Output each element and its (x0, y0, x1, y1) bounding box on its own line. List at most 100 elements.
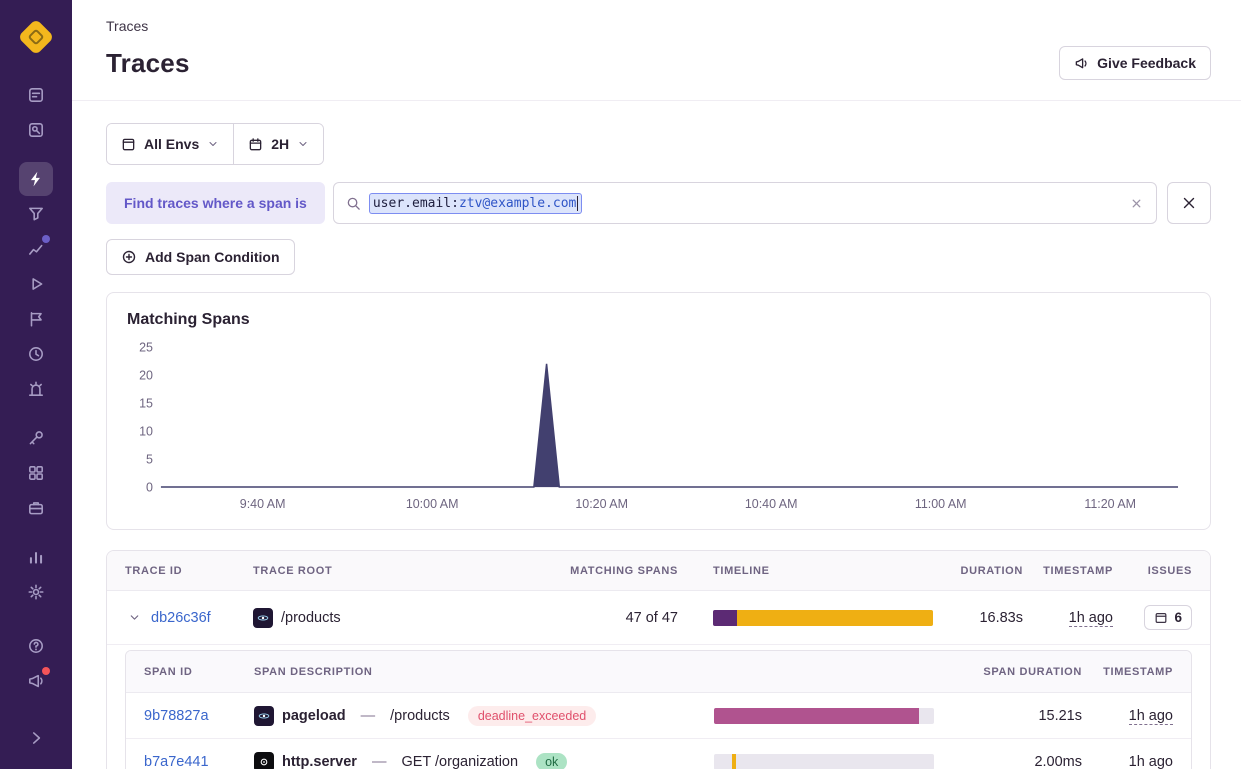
plus-circle-icon (121, 249, 137, 265)
environment-filter-label: All Envs (144, 136, 199, 152)
collapse-trace-icon[interactable] (125, 609, 143, 627)
spans-subtable-header: SPAN ID SPAN DESCRIPTION SPAN DURATION T… (126, 651, 1191, 693)
sentry-logo[interactable] (19, 20, 53, 54)
span-status-badge: deadline_exceeded (468, 706, 596, 726)
traces-table-header: TRACE ID TRACE ROOT MATCHING SPANS TIMEL… (107, 551, 1210, 591)
span-id-link[interactable]: b7a7e441 (144, 754, 254, 769)
project-icon (254, 752, 274, 769)
add-span-condition-button[interactable]: Add Span Condition (106, 239, 295, 275)
page-filter-bar: All Envs 2H (106, 123, 324, 165)
matching-spans-chart: 05101520259:40 AM10:00 AM10:20 AM10:40 A… (127, 337, 1190, 517)
sentry-logo-diamond (18, 19, 55, 56)
settings-icon[interactable] (19, 575, 53, 609)
explore-icon[interactable] (19, 113, 53, 147)
search-token-key: user.email: (373, 196, 459, 211)
trace-row: db26c36f /products 47 of 47 16.83s 1h ag… (107, 591, 1210, 645)
span-row: b7a7e441 http.server — GET /organization… (126, 739, 1191, 769)
col-duration: DURATION (960, 565, 1023, 577)
svg-text:0: 0 (146, 480, 153, 494)
search-icon (346, 196, 361, 211)
insights-notification-dot (42, 235, 50, 243)
trace-root-name[interactable]: /products (281, 610, 341, 626)
close-icon (1181, 195, 1197, 211)
feedback-icon[interactable] (19, 302, 53, 336)
megaphone-icon (1074, 56, 1089, 71)
chevron-down-icon (207, 138, 219, 150)
replays-icon[interactable] (19, 267, 53, 301)
svg-text:15: 15 (139, 396, 153, 410)
col-timeline: TIMELINE (678, 565, 928, 577)
collapse-icon[interactable] (19, 721, 53, 755)
span-search-input[interactable]: user.email:ztv@example.com (333, 182, 1157, 224)
span-row: 9b78827a pageload — /products deadline_e… (126, 693, 1191, 739)
help-icon[interactable] (19, 629, 53, 663)
matching-spans-count: 47 of 47 (626, 610, 678, 626)
span-op: pageload (282, 708, 346, 724)
stats-icon[interactable] (19, 540, 53, 574)
svg-text:10:40 AM: 10:40 AM (745, 497, 798, 511)
insights-icon[interactable] (19, 232, 53, 266)
profiling-icon[interactable] (19, 197, 53, 231)
remove-condition-button[interactable] (1167, 182, 1211, 224)
page-header: Traces Traces Give Feedback (72, 0, 1241, 101)
span-timeline-bar (714, 754, 934, 769)
span-condition-row: Find traces where a span is user.email:z… (106, 182, 1211, 224)
col-trace-id: TRACE ID (125, 565, 253, 577)
projects-icon[interactable] (19, 491, 53, 525)
give-feedback-button[interactable]: Give Feedback (1059, 46, 1211, 80)
calendar-icon (248, 137, 263, 152)
sidebar-group-admin (19, 540, 53, 609)
clear-search-icon[interactable] (1129, 196, 1144, 211)
span-separator: — (361, 708, 376, 724)
matching-spans-card: Matching Spans 05101520259:40 AM10:00 AM… (106, 292, 1211, 530)
spans-subtable: SPAN ID SPAN DESCRIPTION SPAN DURATION T… (125, 650, 1192, 769)
col-matching-spans: MATCHING SPANS (570, 565, 678, 577)
crons-icon[interactable] (19, 337, 53, 371)
whats-new-notification-dot (42, 667, 50, 675)
find-traces-label: Find traces where a span is (106, 182, 325, 224)
svg-text:25: 25 (139, 340, 153, 354)
issues-icon[interactable] (19, 78, 53, 112)
svg-text:9:40 AM: 9:40 AM (240, 497, 286, 511)
traces-icon[interactable] (19, 162, 53, 196)
span-timestamp: 1h ago (1129, 708, 1173, 725)
svg-text:10:20 AM: 10:20 AM (575, 497, 628, 511)
svg-text:10:00 AM: 10:00 AM (406, 497, 459, 511)
sidebar-bottom (19, 629, 53, 755)
col-issues: ISSUES (1148, 565, 1192, 577)
give-feedback-label: Give Feedback (1097, 55, 1196, 71)
releases-icon[interactable] (19, 421, 53, 455)
sidebar-group-tools (19, 421, 53, 525)
span-description: GET /organization (401, 754, 518, 769)
whats-new-icon[interactable] (19, 664, 53, 698)
span-id-link[interactable]: 9b78827a (144, 708, 254, 724)
environment-icon (121, 137, 136, 152)
trace-id-link[interactable]: db26c36f (151, 610, 211, 626)
add-span-condition-label: Add Span Condition (145, 249, 280, 265)
col-span-timestamp: TIMESTAMP (1103, 666, 1173, 678)
breadcrumb[interactable]: Traces (106, 18, 1211, 34)
sidebar-group-top (19, 78, 53, 147)
col-span-duration: SPAN DURATION (983, 666, 1082, 678)
trace-issues-badge[interactable]: 6 (1144, 605, 1192, 630)
traces-table: TRACE ID TRACE ROOT MATCHING SPANS TIMEL… (106, 550, 1211, 769)
environment-filter[interactable]: All Envs (107, 124, 233, 164)
alerts-icon[interactable] (19, 372, 53, 406)
span-timestamp: 1h ago (1129, 754, 1173, 769)
chevron-down-icon (297, 138, 309, 150)
search-token[interactable]: user.email:ztv@example.com (370, 194, 582, 213)
svg-text:11:00 AM: 11:00 AM (915, 497, 967, 511)
col-span-id: SPAN ID (144, 666, 254, 678)
svg-text:11:20 AM: 11:20 AM (1084, 497, 1136, 511)
dashboards-icon[interactable] (19, 456, 53, 490)
issues-badge-icon (1154, 611, 1168, 625)
span-separator: — (372, 754, 387, 769)
date-range-filter[interactable]: 2H (233, 124, 323, 164)
page-title: Traces (106, 48, 190, 79)
span-duration: 2.00ms (1034, 754, 1082, 769)
main-content: Traces Traces Give Feedback All Envs (72, 0, 1241, 769)
span-duration: 15.21s (1038, 708, 1082, 724)
trace-timestamp: 1h ago (1069, 610, 1113, 627)
svg-text:20: 20 (139, 368, 153, 382)
matching-spans-title: Matching Spans (127, 311, 1190, 329)
